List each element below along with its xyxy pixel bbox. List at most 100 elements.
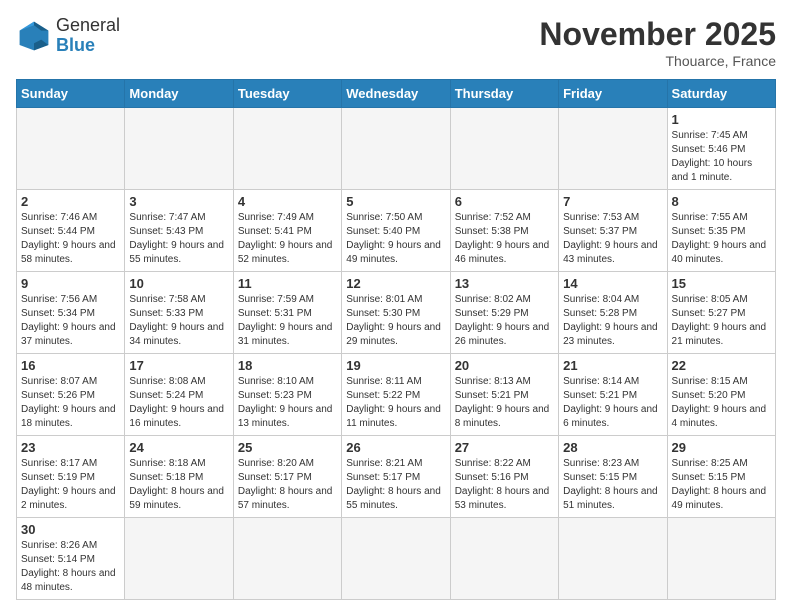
calendar-cell <box>17 108 125 190</box>
day-number: 6 <box>455 194 554 209</box>
day-number: 2 <box>21 194 120 209</box>
day-number: 18 <box>238 358 337 373</box>
day-number: 21 <box>563 358 662 373</box>
calendar-cell: 11Sunrise: 7:59 AMSunset: 5:31 PMDayligh… <box>233 272 341 354</box>
calendar-cell <box>342 518 450 600</box>
calendar-cell: 19Sunrise: 8:11 AMSunset: 5:22 PMDayligh… <box>342 354 450 436</box>
day-info: Sunrise: 7:55 AMSunset: 5:35 PMDaylight:… <box>672 211 771 267</box>
day-number: 13 <box>455 276 554 291</box>
day-number: 22 <box>672 358 771 373</box>
day-info: Sunrise: 8:15 AMSunset: 5:20 PMDaylight:… <box>672 375 771 431</box>
day-number: 25 <box>238 440 337 455</box>
location: Thouarce, France <box>539 53 776 69</box>
month-title: November 2025 <box>539 16 776 53</box>
calendar-cell: 22 Sunrise: 8:15 AMSunset: 5:20 PMDayligh… <box>667 354 775 436</box>
calendar-cell: 17 Sunrise: 8:08 AMSunset: 5:24 PMDayligh… <box>125 354 233 436</box>
day-info: Sunrise: 8:07 AMSunset: 5:26 PMDaylight:… <box>21 375 120 431</box>
calendar-cell: 8 Sunrise: 7:55 AMSunset: 5:35 PMDaylight… <box>667 190 775 272</box>
day-info: Sunrise: 7:56 AMSunset: 5:34 PMDaylight:… <box>21 293 120 349</box>
day-number: 19 <box>346 358 445 373</box>
calendar-cell <box>559 518 667 600</box>
calendar-cell: 14 Sunrise: 8:04 AMSunset: 5:28 PMDayligh… <box>559 272 667 354</box>
calendar-cell <box>233 518 341 600</box>
day-number: 23 <box>21 440 120 455</box>
calendar-cell: 15Sunrise: 8:05 AMSunset: 5:27 PMDayligh… <box>667 272 775 354</box>
calendar-cell <box>125 518 233 600</box>
weekday-header-row: SundayMondayTuesdayWednesdayThursdayFrid… <box>17 80 776 108</box>
day-info: Sunrise: 7:49 AMSunset: 5:41 PMDaylight:… <box>238 211 337 267</box>
calendar-row-0: 1 Sunrise: 7:45 AMSunset: 5:46 PMDaylight… <box>17 108 776 190</box>
day-number: 17 <box>129 358 228 373</box>
calendar-cell: 10 Sunrise: 7:58 AMSunset: 5:33 PMDayligh… <box>125 272 233 354</box>
day-info: Sunrise: 8:17 AMSunset: 5:19 PMDaylight:… <box>21 457 120 513</box>
calendar-cell: 6 Sunrise: 7:52 AMSunset: 5:38 PMDaylight… <box>450 190 558 272</box>
weekday-header-tuesday: Tuesday <box>233 80 341 108</box>
calendar-cell <box>450 108 558 190</box>
day-info: Sunrise: 8:10 AMSunset: 5:23 PMDaylight:… <box>238 375 337 431</box>
day-info: Sunrise: 7:46 AMSunset: 5:44 PMDaylight:… <box>21 211 120 267</box>
title-area: November 2025 Thouarce, France <box>539 16 776 69</box>
calendar-cell: 12Sunrise: 8:01 AMSunset: 5:30 PMDayligh… <box>342 272 450 354</box>
day-number: 16 <box>21 358 120 373</box>
calendar-cell: 1 Sunrise: 7:45 AMSunset: 5:46 PMDaylight… <box>667 108 775 190</box>
day-number: 20 <box>455 358 554 373</box>
calendar-row-4: 23 Sunrise: 8:17 AMSunset: 5:19 PMDayligh… <box>17 436 776 518</box>
calendar-cell: 4 Sunrise: 7:49 AMSunset: 5:41 PMDaylight… <box>233 190 341 272</box>
calendar-cell: 5Sunrise: 7:50 AMSunset: 5:40 PMDaylight… <box>342 190 450 272</box>
calendar-cell: 27Sunrise: 8:22 AMSunset: 5:16 PMDayligh… <box>450 436 558 518</box>
calendar-row-1: 2 Sunrise: 7:46 AMSunset: 5:44 PMDaylight… <box>17 190 776 272</box>
day-number: 30 <box>21 522 120 537</box>
calendar-cell: 2 Sunrise: 7:46 AMSunset: 5:44 PMDaylight… <box>17 190 125 272</box>
day-info: Sunrise: 8:26 AMSunset: 5:14 PMDaylight:… <box>21 539 120 595</box>
day-number: 3 <box>129 194 228 209</box>
day-info: Sunrise: 8:04 AMSunset: 5:28 PMDaylight:… <box>563 293 662 349</box>
calendar-cell <box>342 108 450 190</box>
day-info: Sunrise: 7:45 AMSunset: 5:46 PMDaylight:… <box>672 129 771 185</box>
day-number: 24 <box>129 440 228 455</box>
logo-text: General Blue <box>56 16 120 56</box>
page-header: General Blue November 2025 Thouarce, Fra… <box>16 16 776 69</box>
calendar-cell: 24Sunrise: 8:18 AMSunset: 5:18 PMDayligh… <box>125 436 233 518</box>
day-number: 10 <box>129 276 228 291</box>
day-info: Sunrise: 8:01 AMSunset: 5:30 PMDaylight:… <box>346 293 445 349</box>
day-number: 4 <box>238 194 337 209</box>
day-number: 8 <box>672 194 771 209</box>
day-number: 1 <box>672 112 771 127</box>
calendar-cell: 9 Sunrise: 7:56 AMSunset: 5:34 PMDaylight… <box>17 272 125 354</box>
calendar-row-5: 30 Sunrise: 8:26 AMSunset: 5:14 PMDayligh… <box>17 518 776 600</box>
calendar-cell: 26 Sunrise: 8:21 AMSunset: 5:17 PMDayligh… <box>342 436 450 518</box>
calendar-cell: 16 Sunrise: 8:07 AMSunset: 5:26 PMDayligh… <box>17 354 125 436</box>
logo: General Blue <box>16 16 120 56</box>
day-number: 14 <box>563 276 662 291</box>
day-info: Sunrise: 7:52 AMSunset: 5:38 PMDaylight:… <box>455 211 554 267</box>
calendar-cell: 30 Sunrise: 8:26 AMSunset: 5:14 PMDayligh… <box>17 518 125 600</box>
day-info: Sunrise: 8:22 AMSunset: 5:16 PMDaylight:… <box>455 457 554 513</box>
calendar-cell: 25 Sunrise: 8:20 AMSunset: 5:17 PMDayligh… <box>233 436 341 518</box>
calendar-cell <box>233 108 341 190</box>
day-info: Sunrise: 8:21 AMSunset: 5:17 PMDaylight:… <box>346 457 445 513</box>
day-number: 9 <box>21 276 120 291</box>
calendar-table: SundayMondayTuesdayWednesdayThursdayFrid… <box>16 79 776 600</box>
day-number: 7 <box>563 194 662 209</box>
logo-icon <box>16 18 52 54</box>
calendar-cell: 23 Sunrise: 8:17 AMSunset: 5:19 PMDayligh… <box>17 436 125 518</box>
day-info: Sunrise: 8:08 AMSunset: 5:24 PMDaylight:… <box>129 375 228 431</box>
calendar-cell: 18 Sunrise: 8:10 AMSunset: 5:23 PMDayligh… <box>233 354 341 436</box>
day-info: Sunrise: 8:25 AMSunset: 5:15 PMDaylight:… <box>672 457 771 513</box>
weekday-header-monday: Monday <box>125 80 233 108</box>
weekday-header-thursday: Thursday <box>450 80 558 108</box>
day-info: Sunrise: 8:14 AMSunset: 5:21 PMDaylight:… <box>563 375 662 431</box>
day-info: Sunrise: 7:53 AMSunset: 5:37 PMDaylight:… <box>563 211 662 267</box>
calendar-cell <box>125 108 233 190</box>
calendar-cell: 20Sunrise: 8:13 AMSunset: 5:21 PMDayligh… <box>450 354 558 436</box>
day-number: 5 <box>346 194 445 209</box>
day-info: Sunrise: 8:05 AMSunset: 5:27 PMDaylight:… <box>672 293 771 349</box>
day-info: Sunrise: 8:23 AMSunset: 5:15 PMDaylight:… <box>563 457 662 513</box>
calendar-cell <box>667 518 775 600</box>
day-number: 26 <box>346 440 445 455</box>
day-info: Sunrise: 7:59 AMSunset: 5:31 PMDaylight:… <box>238 293 337 349</box>
calendar-cell: 7 Sunrise: 7:53 AMSunset: 5:37 PMDaylight… <box>559 190 667 272</box>
day-info: Sunrise: 7:58 AMSunset: 5:33 PMDaylight:… <box>129 293 228 349</box>
day-info: Sunrise: 8:20 AMSunset: 5:17 PMDaylight:… <box>238 457 337 513</box>
day-number: 28 <box>563 440 662 455</box>
